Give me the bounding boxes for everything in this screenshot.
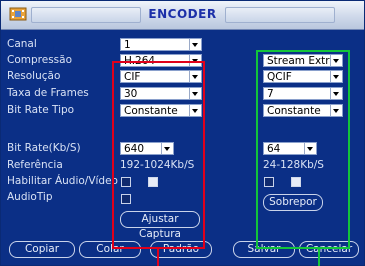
label-taxa-frames: Taxa de Frames [7, 87, 89, 99]
label-compressao: Compressão [7, 54, 72, 66]
label-habilitar: Habilitar Áudio/Vídeo [7, 175, 118, 187]
label-bitrate: Bit Rate(Kb/S) [7, 142, 81, 154]
canal-select[interactable]: 1 [120, 38, 202, 51]
label-bitrate-tipo: Bit Rate Tipo [7, 104, 75, 116]
main-stream-highlight [112, 61, 205, 249]
label-resolucao: Resolução [7, 70, 61, 82]
window-title: ENCODER [148, 7, 217, 21]
chevron-down-icon [189, 39, 201, 50]
label-audiotip: AudioTip [7, 191, 53, 203]
copiar-button[interactable]: Copiar [9, 241, 75, 258]
title-bar: ENCODER [1, 1, 364, 30]
label-canal: Canal [7, 38, 37, 50]
main-stream-pointer [157, 249, 159, 266]
extra-stream-pointer [318, 249, 320, 266]
canal-value: 1 [124, 39, 131, 51]
label-referencia: Referência [7, 159, 63, 171]
extra-stream-highlight [256, 50, 350, 249]
